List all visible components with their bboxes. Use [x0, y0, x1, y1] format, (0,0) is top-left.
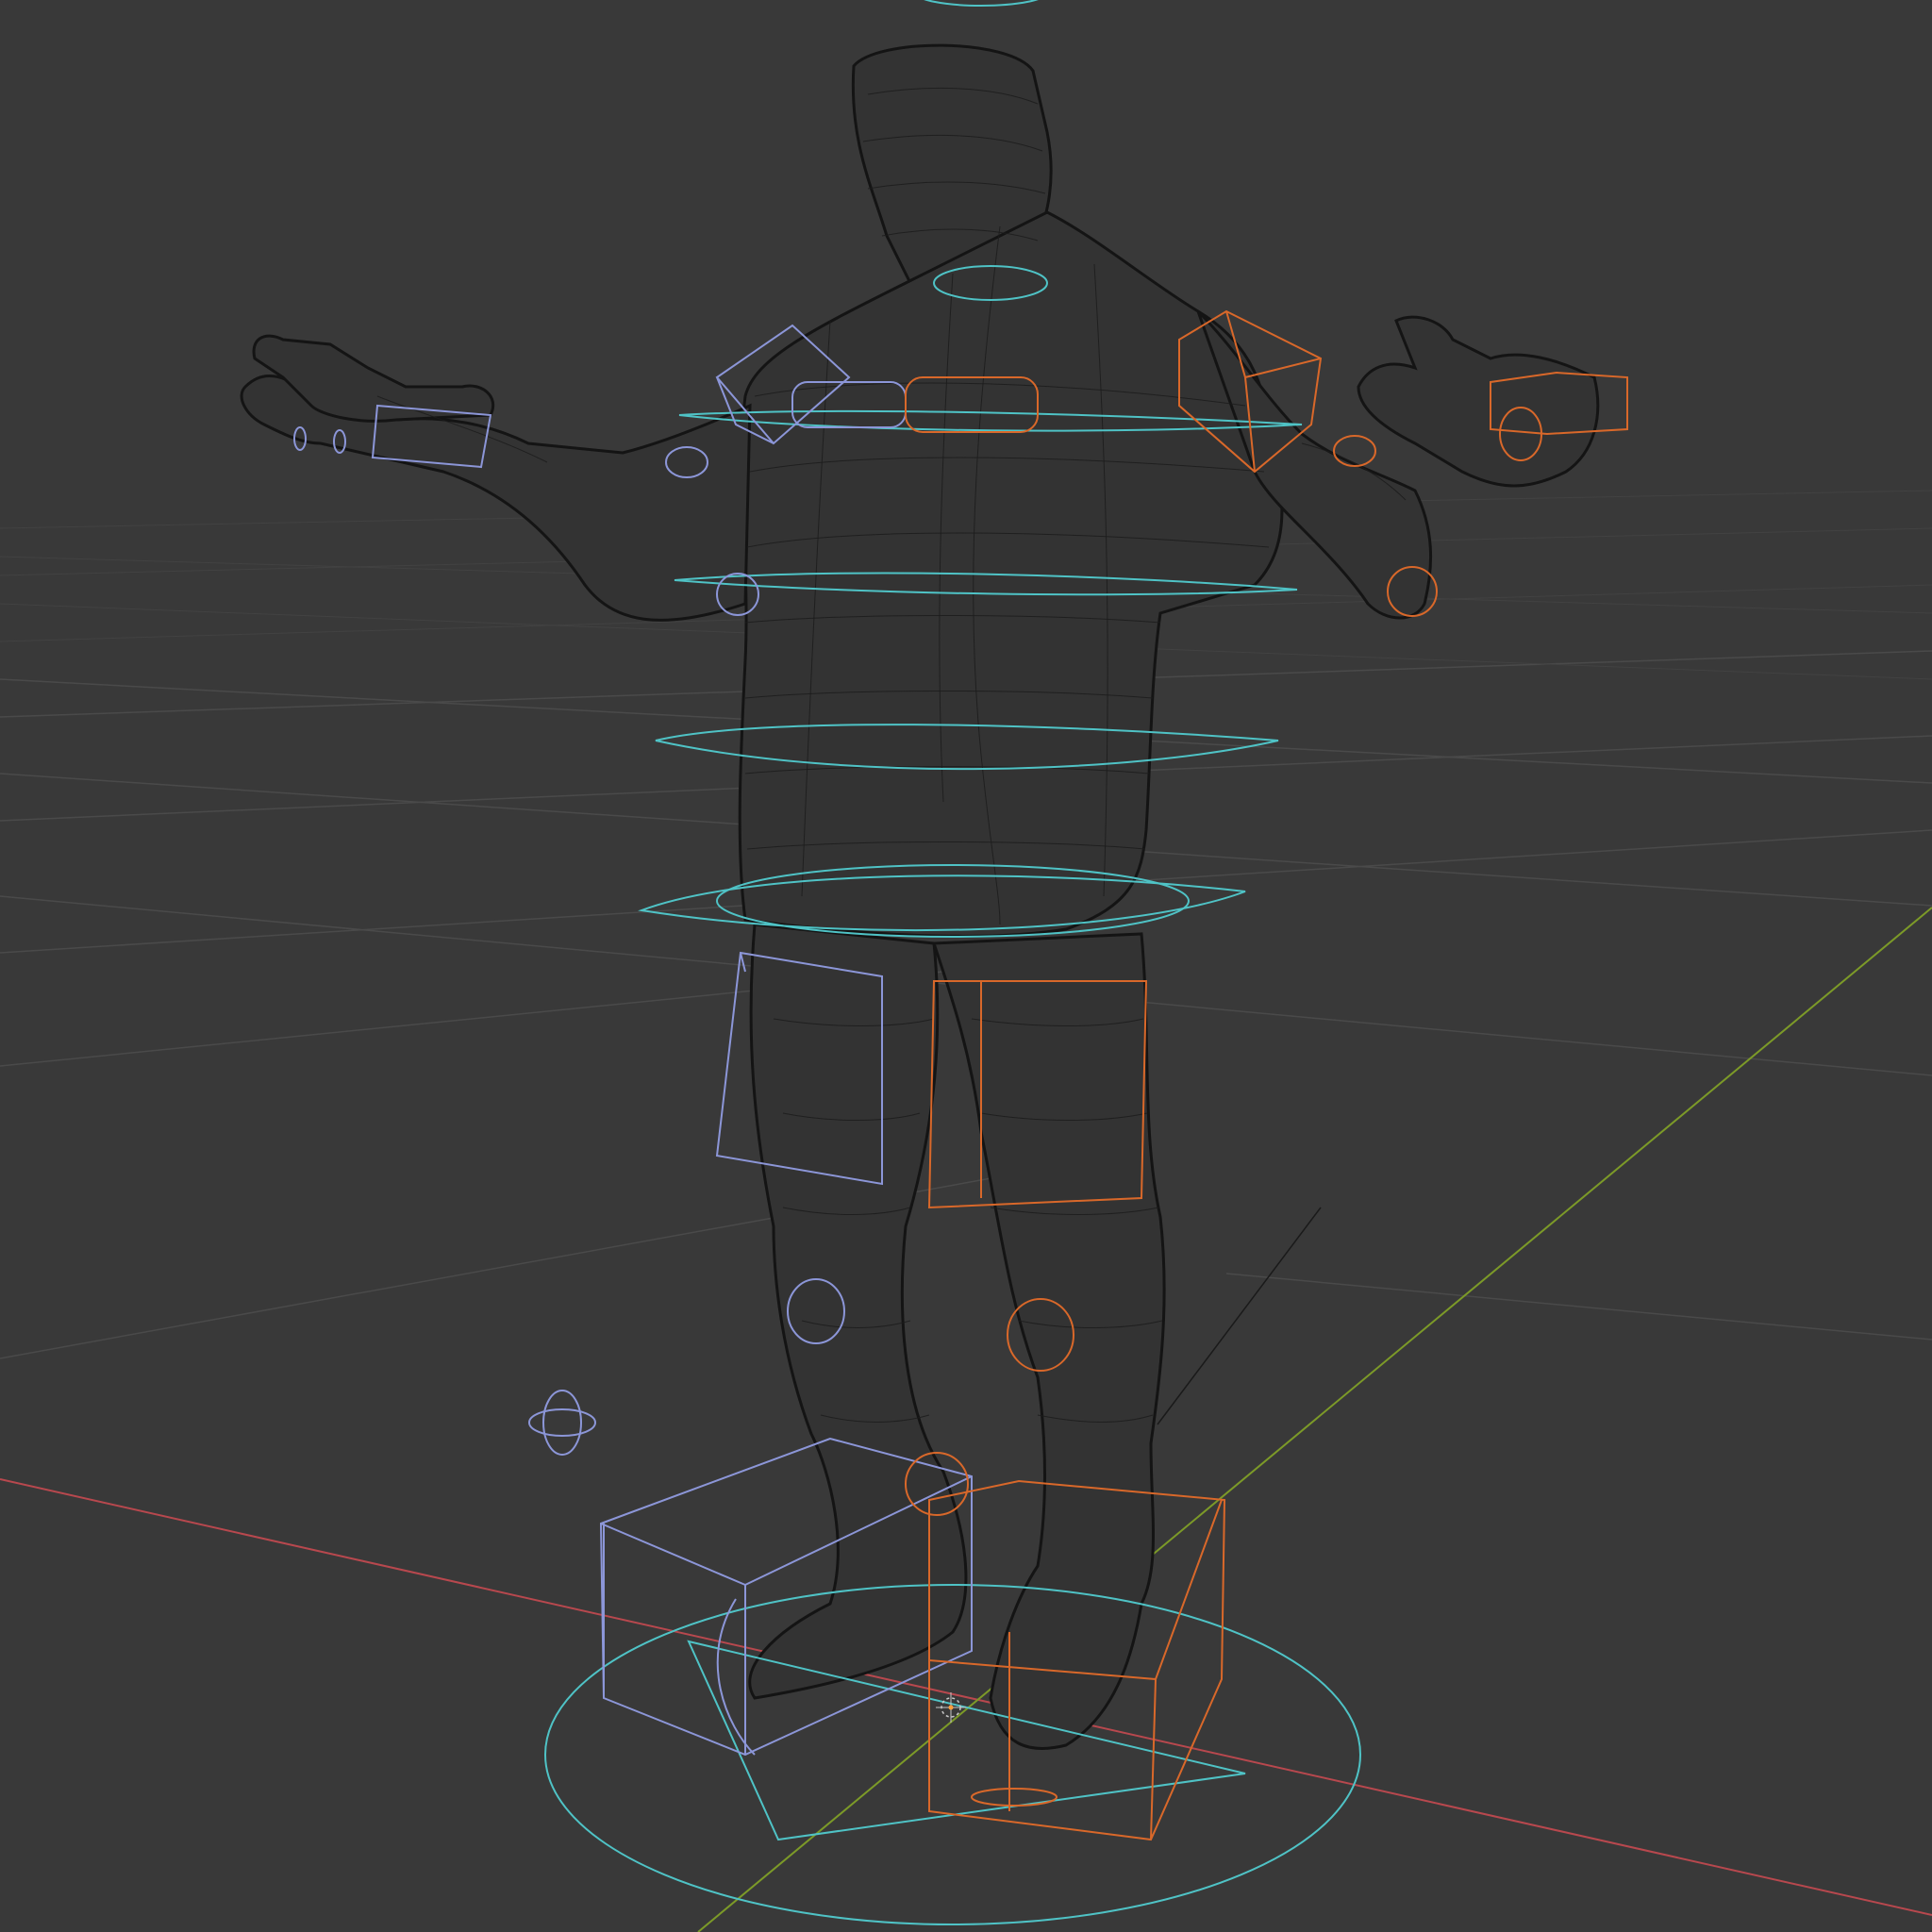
right-elbow-control[interactable] — [1333, 435, 1376, 467]
viewport-canvas[interactable] — [0, 0, 1932, 1932]
root-control[interactable] — [544, 1584, 1361, 1925]
head-control[interactable] — [915, 0, 1047, 7]
light-direction-line — [1157, 1207, 1322, 1425]
right-heel-control — [971, 1788, 1058, 1807]
left-pole-control-v — [542, 1390, 582, 1456]
3d-viewport[interactable] — [0, 0, 1932, 1932]
x-axis-line — [0, 1478, 1932, 1916]
character-mesh[interactable] — [240, 43, 1600, 1750]
floating-gizmo[interactable] — [529, 1409, 595, 1436]
